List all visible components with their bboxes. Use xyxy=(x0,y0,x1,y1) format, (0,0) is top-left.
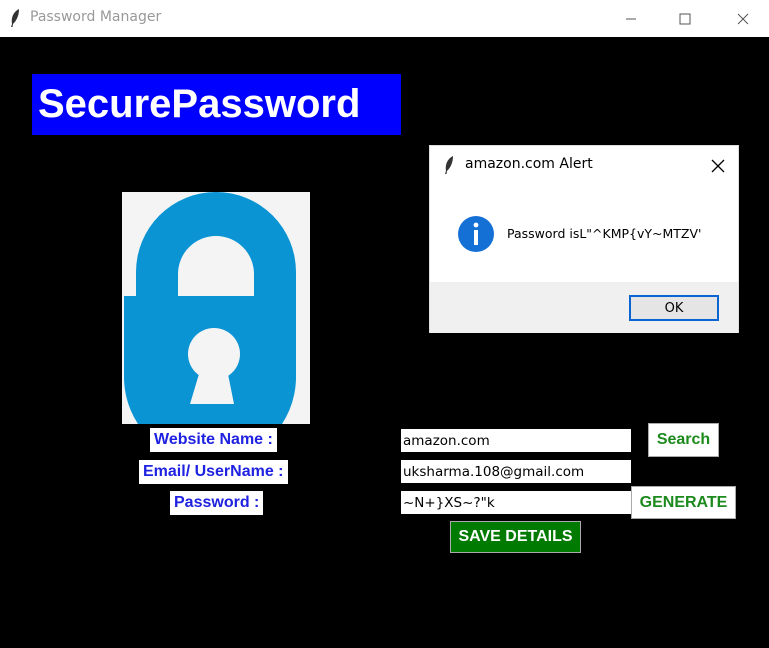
save-details-button[interactable]: SAVE DETAILS xyxy=(450,521,581,553)
alert-footer: OK xyxy=(430,282,738,333)
website-name-input[interactable] xyxy=(401,429,631,452)
generate-button[interactable]: GENERATE xyxy=(631,486,736,519)
window-title: Password Manager xyxy=(30,9,162,25)
close-icon xyxy=(737,13,749,24)
lock-image xyxy=(122,192,310,424)
padlock-open-icon xyxy=(124,192,296,424)
search-button[interactable]: Search xyxy=(648,423,719,457)
feather-icon xyxy=(11,9,19,27)
alert-dialog: amazon.com Alert Password isL"^KMP{vY~MT… xyxy=(429,145,739,333)
minimize-button[interactable] xyxy=(608,0,654,37)
brand-title: SecurePassword xyxy=(32,74,401,135)
alert-title: amazon.com Alert xyxy=(465,156,593,172)
alert-message: Password isL"^KMP{vY~MTZV' xyxy=(507,226,702,241)
password-input[interactable] xyxy=(401,491,631,514)
maximize-button[interactable] xyxy=(662,0,708,37)
ok-button[interactable]: OK xyxy=(629,295,719,321)
website-name-label: Website Name : xyxy=(150,428,277,452)
info-icon xyxy=(458,216,494,252)
window-titlebar: Password Manager xyxy=(0,0,769,37)
close-button[interactable] xyxy=(720,0,766,37)
close-icon xyxy=(711,159,725,173)
alert-close-button[interactable] xyxy=(706,154,730,178)
feather-icon xyxy=(445,156,453,174)
email-username-input[interactable] xyxy=(401,460,631,483)
minimize-icon xyxy=(626,18,636,19)
alert-titlebar: amazon.com Alert xyxy=(430,146,738,184)
password-label: Password : xyxy=(170,491,264,515)
maximize-icon xyxy=(679,13,691,24)
email-username-label: Email/ UserName : xyxy=(139,460,288,484)
